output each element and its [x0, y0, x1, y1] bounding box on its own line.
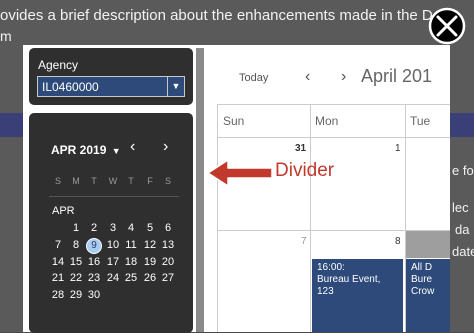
agency-dropdown[interactable]: IL0460000 ▼	[37, 76, 185, 97]
arrow-left-icon	[207, 159, 273, 187]
mini-calendar-day[interactable]: 26	[141, 272, 159, 284]
weekday-label: W	[108, 176, 118, 186]
mini-calendar-day[interactable]: 24	[104, 272, 122, 284]
mini-calendar-day[interactable]: 23	[85, 272, 103, 284]
day-header-sun: Sun	[223, 114, 245, 128]
calendar-title: April 201	[361, 66, 433, 86]
mini-calendar-month-title: APR 2019	[51, 143, 107, 157]
mini-calendar-day[interactable]: 19	[141, 256, 159, 268]
mini-calendar-month-label: APR	[52, 205, 75, 217]
mini-calendar-day[interactable]: 27	[159, 272, 177, 284]
event-header-strip	[406, 231, 450, 258]
event-time: 16:00:	[317, 262, 345, 273]
weekday-label: T	[128, 176, 134, 186]
chevron-right-icon[interactable]: ›	[341, 68, 346, 86]
background-side-text: da	[455, 222, 470, 237]
date-cell-label[interactable]: 31	[295, 143, 306, 154]
mini-calendar-day[interactable]: 18	[122, 256, 140, 268]
day-header-mon: Mon	[315, 114, 339, 128]
mini-calendar-day[interactable]: 17	[104, 256, 122, 268]
chevron-right-icon[interactable]: ›	[163, 138, 168, 156]
agency-selector-box: Agency IL0460000 ▼	[29, 48, 193, 105]
mini-calendar-month-picker[interactable]: APR 2019 ▼	[51, 143, 121, 157]
mini-calendar-day[interactable]: 25	[122, 272, 140, 284]
mini-calendar-day[interactable]: 20	[159, 256, 177, 268]
date-cell-label[interactable]: 8	[395, 236, 401, 247]
background-text-fragment: m	[0, 28, 12, 44]
mini-calendar-day[interactable]: 13	[159, 239, 177, 251]
mini-calendar-day[interactable]: 12	[141, 239, 159, 251]
mini-calendar-day[interactable]: 29	[67, 289, 85, 301]
weekday-label: S	[54, 176, 61, 186]
left-panel: Agency IL0460000 ▼ APR 2019 ▼ ‹ › SMTWTF…	[29, 48, 193, 333]
grid-line	[310, 104, 311, 332]
background-side-text: date	[452, 244, 474, 259]
mini-calendar-day[interactable]: 10	[104, 239, 122, 251]
day-header-tue: Tue	[410, 114, 431, 128]
mini-calendar-day[interactable]: 8	[67, 239, 85, 251]
mini-calendar-day[interactable]: 7	[49, 239, 67, 251]
main-calendar: Today ‹ › April 201 Sun Mon Tue 31 1 7 8…	[205, 48, 450, 332]
grid-line	[217, 104, 218, 332]
mini-calendar-day[interactable]: 21	[49, 272, 67, 284]
background-text-line: m	[0, 28, 12, 44]
weekday-label: M	[72, 176, 80, 186]
weekday-label: T	[91, 176, 97, 186]
chevron-left-icon[interactable]: ‹	[305, 68, 310, 86]
background-side-text: e fo	[452, 163, 474, 178]
mini-calendar-day[interactable]: 14	[49, 256, 67, 268]
mini-calendar-day[interactable]: 30	[85, 289, 103, 301]
agency-dropdown-value: IL0460000	[42, 80, 99, 94]
mini-calendar-day[interactable]: 5	[141, 222, 159, 234]
event-time: All D	[411, 262, 433, 273]
event-detail: 123	[317, 286, 334, 297]
background-text-line: ovides a brief description about the enh…	[0, 7, 433, 24]
chevron-left-icon[interactable]: ‹	[130, 138, 135, 156]
mini-calendar-day[interactable]: 1	[67, 222, 85, 234]
weekday-label: F	[147, 176, 153, 186]
calendar-event[interactable]: 16:00: Bureau Event, 123	[312, 259, 403, 332]
mini-calendar-day[interactable]: 4	[122, 222, 140, 234]
background-side-text: lec	[452, 200, 469, 215]
mini-calendar-divider	[49, 196, 179, 197]
agency-label: Agency	[38, 58, 79, 72]
chevron-down-icon[interactable]: ▼	[167, 77, 184, 96]
mini-calendar-day[interactable]: 2	[85, 222, 103, 234]
date-cell-label[interactable]: 7	[301, 236, 307, 247]
today-button[interactable]: Today	[239, 72, 268, 84]
weekday-label: S	[164, 176, 171, 186]
event-detail: Crow	[411, 286, 435, 297]
mini-calendar: APR 2019 ▼ ‹ › SMTWTFS APR 1 2 3 4 5 6 7 8 9 10 11…	[29, 113, 193, 333]
date-cell-label[interactable]: 1	[395, 143, 401, 154]
mini-calendar-day[interactable]: 28	[49, 289, 67, 301]
mini-calendar-day[interactable]: 3	[104, 222, 122, 234]
mini-calendar-day[interactable]: 6	[159, 222, 177, 234]
event-title: Bure	[411, 274, 433, 285]
panel-divider[interactable]	[196, 48, 204, 332]
event-title: Bureau Event,	[317, 274, 381, 285]
close-icon[interactable]	[427, 6, 467, 46]
mini-calendar-day[interactable]: 16	[85, 256, 103, 268]
caret-down-icon: ▼	[111, 146, 121, 156]
divider-annotation-label: Divider	[275, 160, 335, 181]
mini-calendar-today[interactable]: 9	[86, 238, 102, 254]
mini-calendar-day[interactable]: 11	[122, 239, 140, 251]
calendar-event[interactable]: All D Bure Crow	[406, 259, 450, 332]
mini-calendar-day[interactable]: 15	[67, 256, 85, 268]
mini-calendar-day[interactable]: 22	[67, 272, 85, 284]
